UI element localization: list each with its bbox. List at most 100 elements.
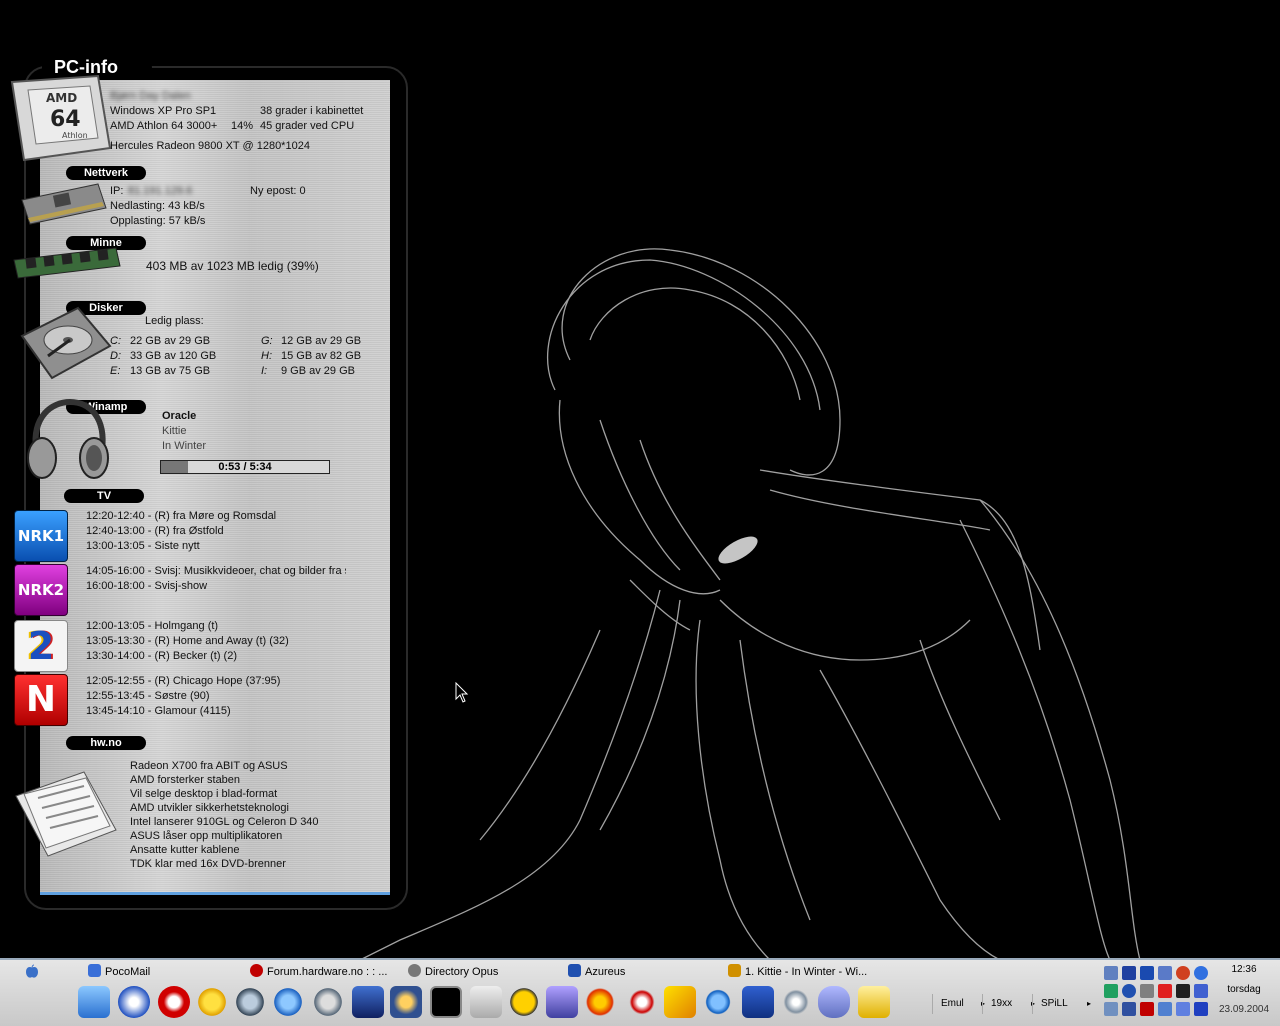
ie-icon[interactable]	[272, 986, 304, 1018]
task-label: 1. Kittie - In Winter - Wi...	[745, 966, 868, 978]
disk-e-letter: E:	[110, 365, 121, 377]
menu-spill[interactable]: SPiLL ▸	[1032, 994, 1091, 1014]
news-item[interactable]: Ansatte kutter kablene	[130, 843, 239, 858]
svg-text:Athlon: Athlon	[62, 131, 88, 140]
news-section-label: hw.no	[66, 736, 146, 750]
temp-38-icon[interactable]	[1176, 984, 1190, 998]
ie-alt-icon[interactable]	[312, 986, 344, 1018]
task-pocomail[interactable]: PocoMail	[88, 962, 150, 982]
mail-icon[interactable]	[118, 986, 150, 1018]
news-item[interactable]: AMD utvikler sikkerhetsteknologi	[130, 801, 289, 816]
tv-section-label: TV	[64, 489, 144, 503]
tv-show: 16:00-18:00 - Svisj-show	[86, 580, 208, 592]
news-item[interactable]: TDK klar med 16x DVD-brenner	[130, 857, 286, 872]
clock-date: 23.09.2004	[1218, 1004, 1270, 1015]
globe-icon[interactable]	[1122, 984, 1136, 998]
tv-show: 12:55-13:45 - Søstre (90)	[86, 690, 210, 702]
sync-icon[interactable]	[1104, 984, 1118, 998]
task-azureus[interactable]: Azureus	[568, 962, 625, 982]
hard-disk-icon	[18, 306, 114, 380]
nrk2-logo-icon: NRK2	[14, 564, 68, 616]
sun-icon[interactable]	[196, 986, 228, 1018]
opera-icon[interactable]	[158, 986, 190, 1018]
network-tray-icon[interactable]	[1158, 966, 1172, 980]
tv-show: 13:30-14:00 - (R) Becker (t) (2)	[86, 650, 237, 662]
menu-19xx[interactable]: 19xx ▸	[982, 994, 1035, 1014]
news-item[interactable]: AMD forsterker staben	[130, 773, 240, 788]
printer-icon[interactable]	[1104, 966, 1118, 980]
task-winamp[interactable]: 1. Kittie - In Winter - Wi...	[728, 962, 867, 982]
tv-show: 12:05-12:55 - (R) Chicago Hope (37:95)	[86, 675, 281, 687]
antivirus-icon[interactable]	[1122, 1002, 1136, 1016]
flower-icon[interactable]	[546, 986, 578, 1018]
help-icon[interactable]	[1194, 966, 1208, 980]
volume-icon[interactable]	[1104, 1002, 1118, 1016]
winamp-progress-bar[interactable]: 0:53 / 5:34	[160, 460, 330, 474]
ultraedit-icon[interactable]	[508, 986, 540, 1018]
tv-show: 12:40-13:00 - (R) fra Østfold	[86, 525, 224, 537]
mouse-cursor-icon	[455, 682, 469, 703]
disk-d-value: 33 GB av 120 GB	[130, 350, 217, 362]
ip-label: IP:	[110, 185, 124, 197]
news-item[interactable]: Vil selge desktop i blad-format	[130, 787, 277, 802]
satellite-icon[interactable]	[234, 986, 266, 1018]
tv2-logo-icon: 2	[14, 620, 68, 672]
svg-text:AMD: AMD	[46, 91, 77, 105]
task-directory-opus[interactable]: Directory Opus	[408, 962, 498, 982]
tv-show: 12:00-13:05 - Holmgang (t)	[86, 620, 219, 632]
messenger-icon[interactable]	[1176, 966, 1190, 980]
news-item[interactable]: Radeon X700 fra ABIT og ASUS	[130, 759, 288, 774]
tv-show: 13:05-13:30 - (R) Home and Away (t) (32)	[86, 635, 289, 647]
newspaper-icon	[14, 768, 118, 858]
transfer-icon[interactable]	[1140, 984, 1154, 998]
task-buttons: PocoMail Forum.hardware.no : : ... Direc…	[0, 962, 1095, 982]
explorer-icon[interactable]	[78, 986, 110, 1018]
info-icon[interactable]	[1176, 1002, 1190, 1016]
nrk1-logo-icon: NRK1	[14, 510, 68, 562]
azureus-tray-icon[interactable]	[1140, 966, 1154, 980]
picture-icon[interactable]	[858, 986, 890, 1018]
memory-stick-icon	[12, 246, 122, 282]
tv-show: 14:05-16:00 - Svisj: Musikkvideoer, chat…	[86, 565, 346, 577]
memory-text: 403 MB av 1023 MB ledig (39%)	[146, 259, 319, 273]
user-name: Bjørn Day Dalen	[110, 90, 191, 102]
user-icon[interactable]	[1194, 984, 1208, 998]
ati-icon[interactable]	[1140, 1002, 1154, 1016]
cpu-load-text: 14%	[231, 120, 254, 132]
taskbar-clock[interactable]: 12:36 torsdag 23.09.2004	[1212, 962, 1276, 1018]
temp-45-icon[interactable]	[1158, 984, 1172, 998]
cmd-icon[interactable]	[430, 986, 462, 1018]
azureus-icon[interactable]	[352, 986, 384, 1018]
svg-text:64: 64	[50, 107, 81, 132]
lightning-icon[interactable]	[664, 986, 696, 1018]
mail-tray-icon[interactable]	[1158, 1002, 1172, 1016]
winamp-icon[interactable]	[390, 986, 422, 1018]
music-ex-icon[interactable]	[626, 986, 658, 1018]
upload-text: Opplasting: 57 kB/s	[110, 215, 206, 227]
wallpaper-sketch	[359, 248, 1141, 960]
clock-day: torsdag	[1227, 984, 1261, 995]
news-item[interactable]: ASUS låser opp multiplikatoren	[130, 829, 282, 844]
menu-emul[interactable]: Emul ▸	[932, 994, 985, 1014]
calculator-icon[interactable]	[470, 986, 502, 1018]
gpu-text: Hercules Radeon 9800 XT @ 1280*1024	[110, 140, 310, 152]
search-icon[interactable]	[702, 986, 734, 1018]
burn-icon[interactable]	[584, 986, 616, 1018]
headphones-icon	[22, 396, 110, 484]
task-forum-hardware[interactable]: Forum.hardware.no : : ...	[250, 962, 387, 982]
azureus-icon	[568, 964, 581, 977]
media-player-icon[interactable]	[1194, 1002, 1208, 1016]
disk-e-value: 13 GB av 75 GB	[130, 365, 211, 377]
disk-g-value: 12 GB av 29 GB	[281, 335, 362, 347]
network-monitor-icon[interactable]	[742, 986, 774, 1018]
news-item[interactable]: Intel lanserer 910GL og Celeron D 340	[130, 815, 319, 830]
shield-icon[interactable]	[1122, 966, 1136, 980]
free-space-label: Ledig plass:	[145, 315, 204, 327]
chevron-right-icon: ▸	[1086, 999, 1091, 1008]
task-label: Azureus	[585, 966, 626, 978]
case-temp-text: 38 grader i kabinettet	[260, 105, 364, 117]
disc-icon[interactable]	[780, 986, 812, 1018]
download-text: Nedlasting: 43 kB/s	[110, 200, 205, 212]
gamepad-icon[interactable]	[818, 986, 850, 1018]
winamp-time: 0:53 / 5:34	[218, 461, 272, 473]
